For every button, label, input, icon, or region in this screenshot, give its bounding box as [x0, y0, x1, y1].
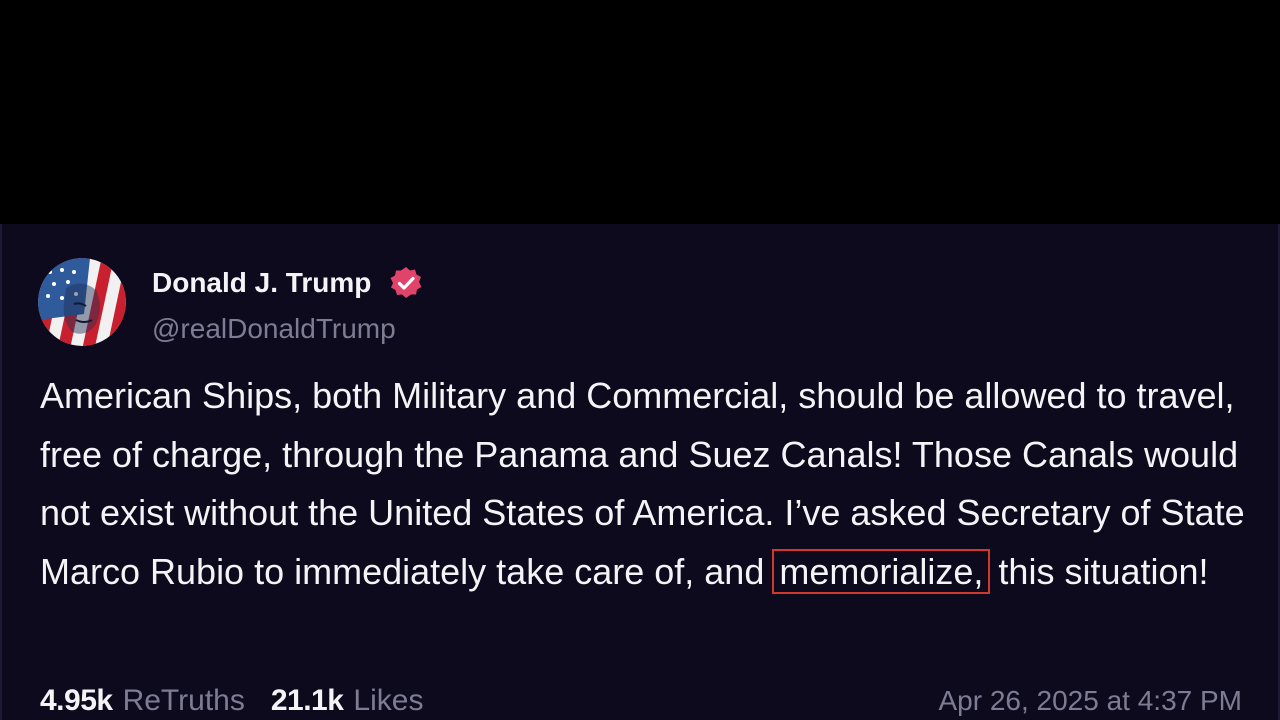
verified-badge-icon: [390, 267, 422, 298]
post-text-after: this situation!: [998, 550, 1209, 592]
post-timestamp[interactable]: Apr 26, 2025 at 4:37 PM: [938, 681, 1242, 720]
author-display-name[interactable]: Donald J. Trump: [152, 266, 371, 300]
retruths-label[interactable]: ReTruths: [123, 684, 245, 717]
author-handle[interactable]: @realDonaldTrump: [152, 312, 396, 346]
page: Donald J. Trump @realDonaldTrump America…: [0, 0, 1280, 720]
avatar[interactable]: [38, 258, 126, 346]
video-letterbox-top: [0, 0, 1280, 224]
post-stats: 4.95k ReTruths 21.1k Likes: [40, 681, 449, 720]
retruths-count[interactable]: 4.95k: [40, 684, 113, 717]
highlighted-word: memorialize,: [772, 548, 991, 594]
likes-count[interactable]: 21.1k: [271, 684, 344, 717]
likes-label[interactable]: Likes: [353, 684, 423, 717]
post-text: American Ships, both Military and Commer…: [40, 367, 1250, 601]
avatar-flag-portrait-icon: [38, 258, 126, 346]
